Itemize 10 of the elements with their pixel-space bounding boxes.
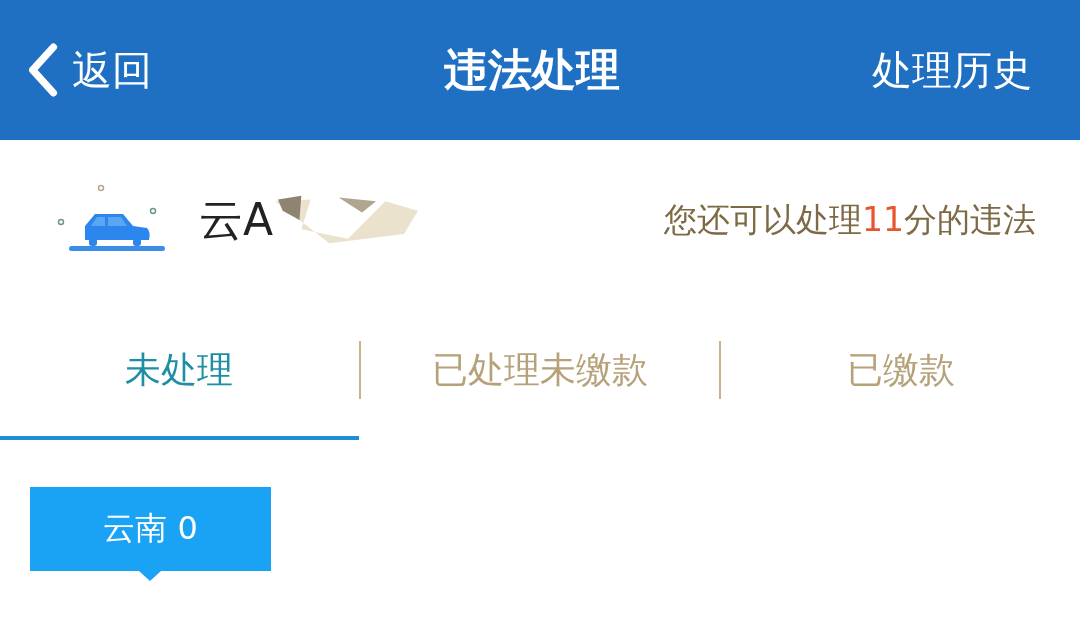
- region-chip[interactable]: 云南 0: [30, 487, 271, 581]
- page-title: 违法处理: [444, 42, 620, 97]
- tab[interactable]: 已处理未缴款: [360, 300, 720, 440]
- history-link[interactable]: 处理历史: [872, 42, 1032, 98]
- points-remaining-text: 您还可以处理11分的违法: [664, 198, 1036, 241]
- license-plate: 云A: [199, 192, 274, 247]
- back-button[interactable]: 返回: [26, 42, 152, 98]
- back-chevron-icon: [26, 43, 58, 97]
- tab[interactable]: 未处理: [0, 300, 359, 440]
- tab[interactable]: 已缴款: [721, 300, 1080, 440]
